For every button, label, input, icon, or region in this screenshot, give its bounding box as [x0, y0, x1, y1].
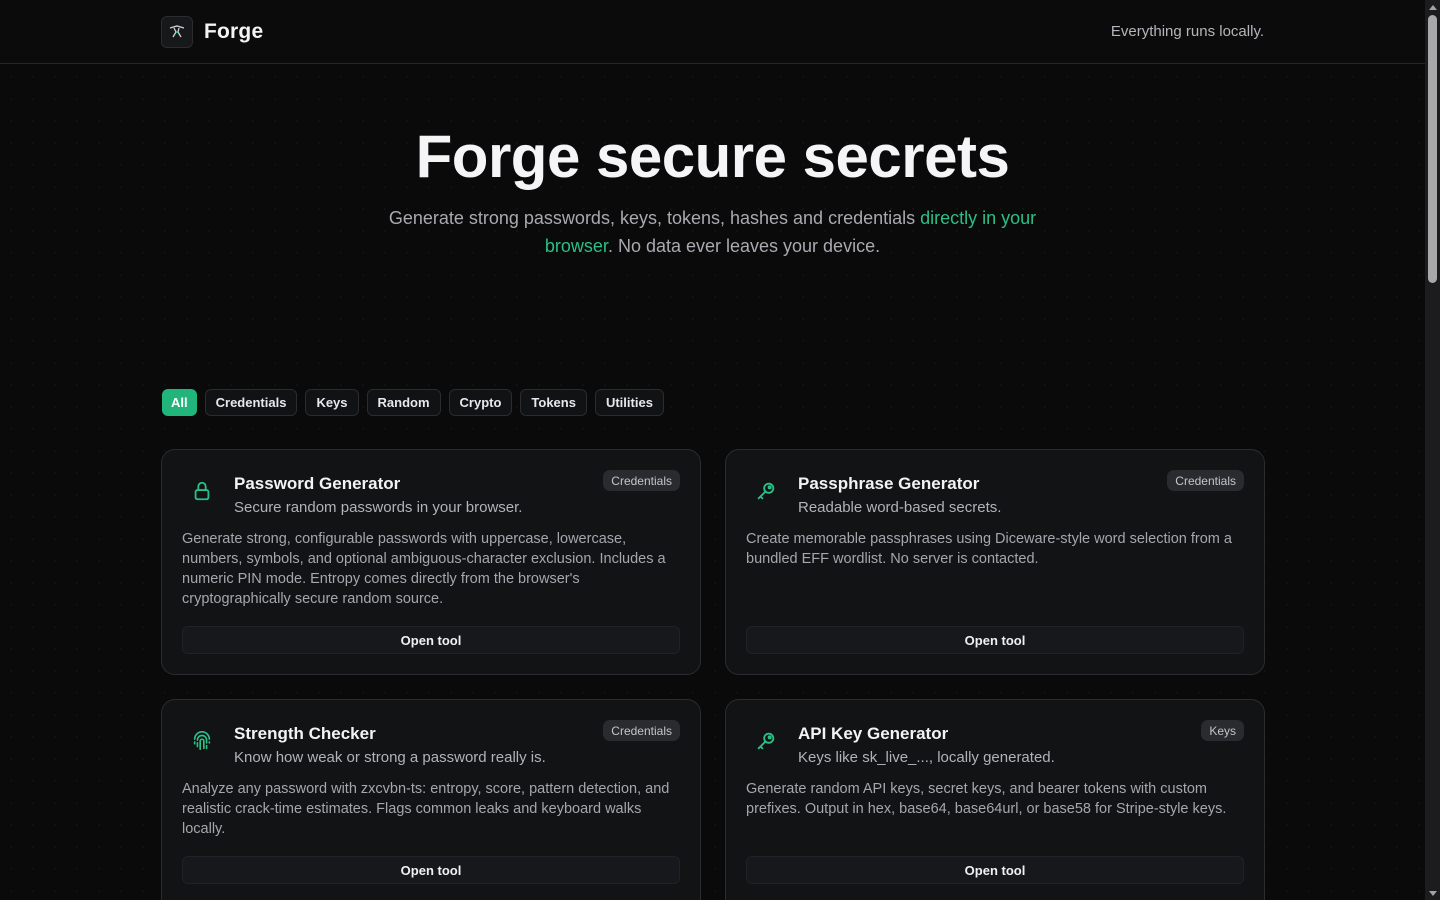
- category-badge: Credentials: [603, 470, 680, 491]
- vertical-scrollbar[interactable]: [1425, 0, 1440, 900]
- card-description: Generate random API keys, secret keys, a…: [746, 781, 1227, 817]
- card-subtitle: Readable word-based secrets.: [798, 499, 1002, 516]
- scroll-down-arrow-icon[interactable]: [1425, 886, 1440, 900]
- card-title: Passphrase Generator: [798, 474, 980, 493]
- scrollbar-thumb[interactable]: [1428, 15, 1437, 283]
- page: Forge Everything runs locally. Forge sec…: [0, 0, 1425, 900]
- category-badge: Keys: [1201, 720, 1244, 741]
- tool-card-passphrase-generator[interactable]: Passphrase Generator Readable word-based…: [725, 449, 1265, 675]
- category-filters: All Credentials Keys Random Crypto Token…: [162, 389, 664, 416]
- card-title: Password Generator: [234, 474, 401, 493]
- brand-name[interactable]: Forge: [204, 20, 263, 44]
- card-description: Analyze any password with zxcvbn-ts: ent…: [182, 781, 670, 837]
- top-bar: Forge Everything runs locally.: [0, 0, 1425, 64]
- hero-subtitle-end: . No data ever leaves your device.: [607, 236, 881, 256]
- filter-crypto[interactable]: Crypto: [448, 389, 513, 416]
- card-description: Generate strong, configurable passwords …: [182, 531, 666, 607]
- hero-subtitle: Generate strong passwords, keys, tokens,…: [378, 204, 1047, 260]
- key-icon: [757, 732, 775, 750]
- card-subtitle: Secure random passwords in your browser.: [234, 499, 523, 516]
- filter-utilities[interactable]: Utilities: [594, 389, 664, 416]
- category-badge: Credentials: [603, 720, 680, 741]
- card-title: Strength Checker: [234, 724, 376, 743]
- hero-title: Forge secure secrets: [415, 123, 1010, 190]
- card-description: Create memorable passphrases using Dicew…: [746, 531, 1232, 567]
- card-subtitle: Know how weak or strong a password reall…: [234, 749, 546, 766]
- filter-credentials[interactable]: Credentials: [204, 389, 298, 416]
- tool-card-api-key-generator[interactable]: API Key Generator Keys like sk_live_...,…: [725, 699, 1265, 900]
- filter-random[interactable]: Random: [366, 389, 441, 416]
- tool-card-strength-checker[interactable]: Strength Checker Know how weak or strong…: [161, 699, 701, 900]
- logo[interactable]: [161, 16, 193, 48]
- open-tool-button[interactable]: Open tool: [182, 856, 680, 884]
- card-title: API Key Generator: [798, 724, 949, 743]
- hero-subtitle-text: Generate strong passwords, keys, tokens,…: [388, 208, 921, 228]
- open-tool-button[interactable]: Open tool: [746, 626, 1244, 654]
- key-icon: [757, 482, 775, 500]
- forge-logo-icon: [169, 25, 185, 38]
- header-tagline: Everything runs locally.: [1110, 23, 1264, 40]
- category-badge: Credentials: [1167, 470, 1244, 491]
- open-tool-button[interactable]: Open tool: [182, 626, 680, 654]
- lock-icon: [194, 481, 210, 501]
- filter-keys[interactable]: Keys: [305, 389, 359, 416]
- filter-all[interactable]: All: [162, 389, 197, 416]
- tool-card-password-generator[interactable]: Password Generator Secure random passwor…: [161, 449, 701, 675]
- card-subtitle: Keys like sk_live_..., locally generated…: [798, 749, 1055, 766]
- open-tool-button[interactable]: Open tool: [746, 856, 1244, 884]
- fingerprint-icon: [193, 731, 211, 751]
- filter-tokens[interactable]: Tokens: [520, 389, 587, 416]
- scroll-up-arrow-icon[interactable]: [1425, 0, 1440, 14]
